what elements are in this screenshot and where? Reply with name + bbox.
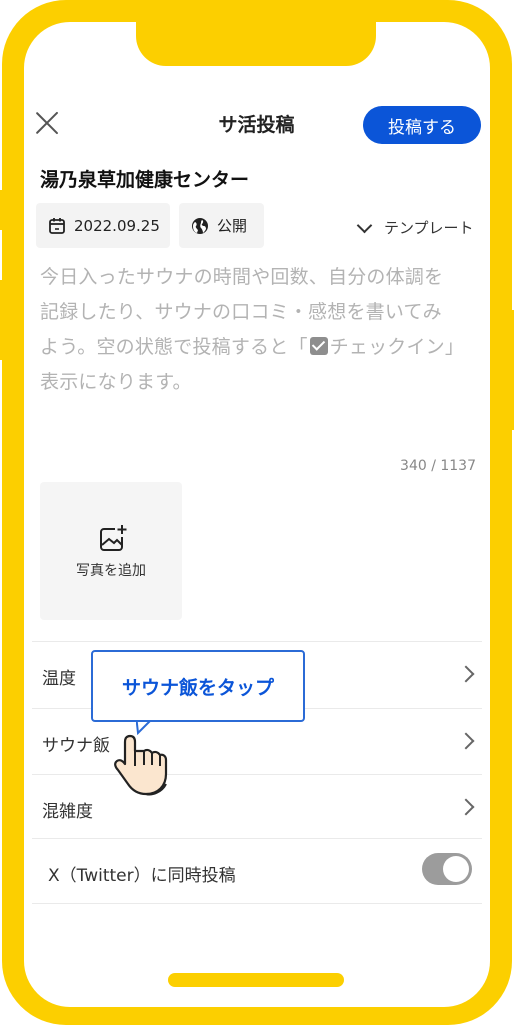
twitter-toggle[interactable] bbox=[422, 853, 472, 885]
add-photo-icon bbox=[100, 525, 127, 551]
visibility-chip[interactable]: 公開 bbox=[179, 203, 264, 248]
row-label: X（Twitter）に同時投稿 bbox=[48, 866, 236, 886]
row-label: 混雑度 bbox=[42, 802, 93, 822]
checkbox-icon bbox=[309, 337, 328, 355]
date-value: 2022.09.25 bbox=[74, 216, 160, 235]
tap-hand-icon bbox=[114, 734, 168, 796]
add-photo-button[interactable]: 写真を追加 bbox=[40, 482, 182, 620]
globe-icon bbox=[192, 217, 208, 234]
app-screen: サ活投稿 投稿する 湯乃泉草加健康センター 2022.09.25 公開 テンプレ bbox=[24, 22, 490, 1007]
post-button[interactable]: 投稿する bbox=[363, 106, 481, 144]
post-textarea[interactable]: 今日入ったサウナの時間や回数、自分の体調を記録したり、サウナの口コミ・感想を書い… bbox=[40, 260, 458, 400]
close-icon[interactable] bbox=[34, 110, 60, 136]
visibility-value: 公開 bbox=[217, 217, 248, 235]
page-title: サ活投稿 bbox=[218, 114, 295, 136]
calendar-icon bbox=[49, 217, 65, 234]
chevron-right-icon bbox=[457, 732, 475, 750]
template-label: テンプレート bbox=[384, 219, 474, 237]
facility-name: 湯乃泉草加健康センター bbox=[40, 169, 250, 191]
side-button bbox=[0, 280, 6, 360]
chevron-right-icon bbox=[457, 798, 475, 816]
row-crowdedness[interactable]: 混雑度 bbox=[32, 774, 482, 839]
add-photo-label: 写真を追加 bbox=[76, 563, 146, 579]
home-indicator bbox=[168, 973, 344, 987]
row-label: サウナ飯 bbox=[42, 736, 110, 756]
chevron-down-icon bbox=[356, 217, 373, 233]
tap-hint-callout: サウナ飯をタップ bbox=[91, 650, 305, 722]
side-button bbox=[0, 190, 6, 230]
phone-frame: サ活投稿 投稿する 湯乃泉草加健康センター 2022.09.25 公開 テンプレ bbox=[0, 0, 514, 1025]
character-counter: 340 / 1137 bbox=[400, 458, 476, 474]
row-label: 温度 bbox=[42, 669, 76, 689]
template-dropdown[interactable]: テンプレート bbox=[356, 217, 474, 238]
chevron-right-icon bbox=[457, 665, 475, 683]
toggle-knob bbox=[443, 856, 469, 882]
side-button bbox=[508, 310, 514, 430]
date-chip[interactable]: 2022.09.25 bbox=[36, 203, 170, 248]
row-twitter-share: X（Twitter）に同時投稿 bbox=[32, 838, 482, 904]
phone-notch bbox=[136, 22, 376, 66]
